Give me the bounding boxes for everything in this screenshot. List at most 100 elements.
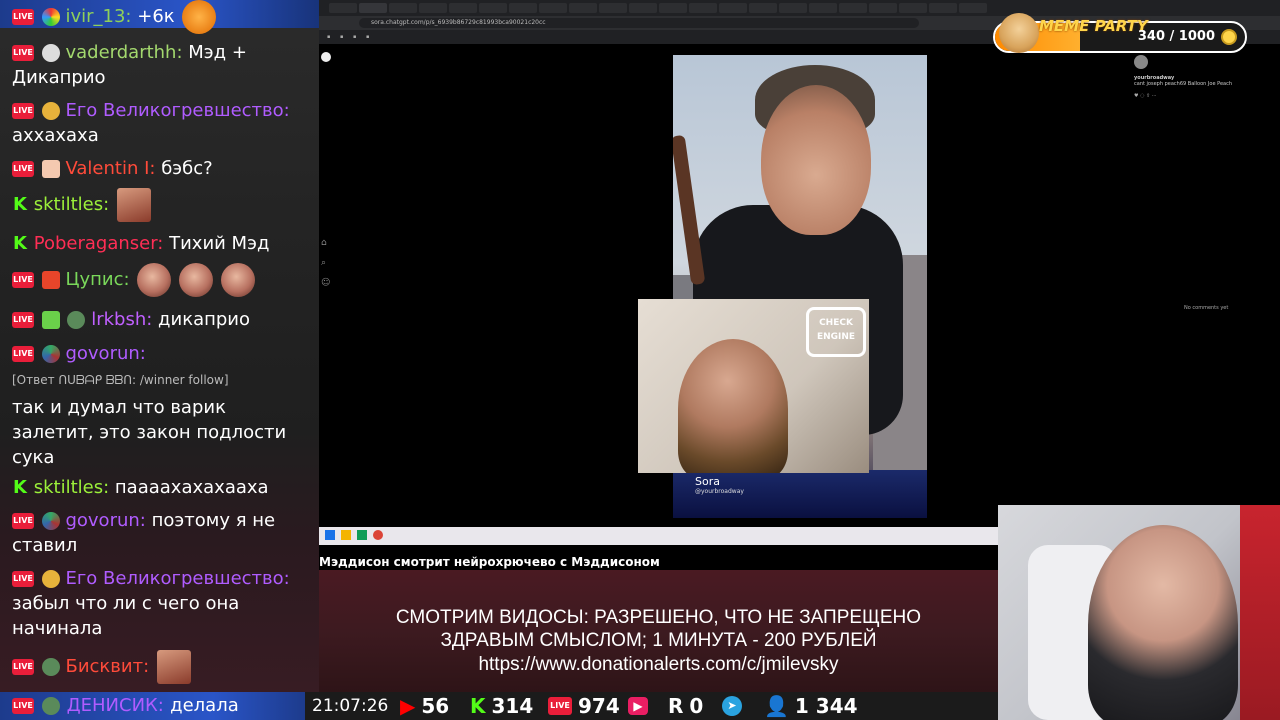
- banner-line-1: СМОТРИМ ВИДОСЫ: РАЗРЕШЕНО, ЧТО НЕ ЗАПРЕЩ…: [395, 607, 922, 628]
- browser-tab[interactable]: [569, 3, 597, 13]
- bookmark-item[interactable]: ▪: [340, 34, 343, 40]
- sidebar-profile-icon[interactable]: ☺: [321, 278, 330, 288]
- live-badge-icon: LIVE: [12, 346, 34, 362]
- browser-tab[interactable]: [389, 3, 417, 13]
- sora-handle: @yourbroadway: [695, 488, 744, 495]
- comment-text: cant joseph peach69 Balloon Joe Peach: [1134, 81, 1233, 87]
- browser-tab[interactable]: [749, 3, 777, 13]
- vk-video-icon-wrap: ▶: [628, 692, 654, 720]
- creature-badge-icon: [67, 311, 86, 329]
- url-field[interactable]: sora.chatgpt.com/p/s_6939b86729c81993bca…: [359, 18, 919, 28]
- doge-icon: [999, 13, 1039, 53]
- live-badge-icon: LIVE: [12, 161, 34, 177]
- sora-label: Sora: [695, 475, 720, 488]
- chat-username: Его Великогревшество:: [65, 568, 290, 589]
- bulb-badge-icon: [41, 570, 60, 588]
- chat-text: бэбс?: [161, 158, 213, 179]
- windows-taskbar[interactable]: [319, 527, 999, 545]
- live-count: 974: [578, 694, 620, 718]
- donation-rules-banner: СМОТРИМ ВИДОСЫ: РАЗРЕШЕНО, ЧТО НЕ ЗАПРЕЩ…: [319, 570, 998, 692]
- youtube-viewers: ▶ 56: [400, 692, 449, 720]
- chat-message: LIVE vaderdarthh: Мэд + Дикаприо: [12, 40, 312, 90]
- chat-message: LIVE Его Великогревшество: забыл что ли …: [12, 566, 312, 641]
- chat-text: так и думал что варик залетит, это закон…: [12, 397, 287, 468]
- face-emote-icon: [137, 263, 172, 297]
- chat-username: sktiltles:: [33, 194, 110, 215]
- browser-tab[interactable]: [659, 3, 687, 13]
- commenter-avatar: [1134, 55, 1148, 69]
- browser-tab[interactable]: [359, 3, 387, 13]
- bookmark-item[interactable]: ▪: [327, 34, 330, 40]
- browser-tab[interactable]: [539, 3, 567, 13]
- live-badge-icon: LIVE: [12, 103, 34, 119]
- sora-logo-icon[interactable]: [321, 52, 331, 62]
- live-badge-icon: LIVE: [12, 571, 34, 587]
- live-badge-icon: LIVE: [12, 9, 34, 25]
- kick-viewers: K 314: [470, 692, 533, 720]
- browser-tab[interactable]: [869, 3, 897, 13]
- browser-tab[interactable]: [899, 3, 927, 13]
- comment-card: yourbroadway cant joseph peach69 Balloon…: [1134, 55, 1274, 115]
- sidebar-search-icon[interactable]: ⌕: [321, 258, 326, 268]
- chat-message: LIVE lrkbsh: дикаприо: [12, 307, 312, 332]
- fire-badge-icon: [41, 271, 60, 289]
- live-badge-icon: LIVE: [12, 513, 34, 529]
- chat-username: govorun:: [65, 510, 146, 531]
- meme-party-title: MEME PARTY: [1039, 17, 1148, 35]
- chat-message: K Poberaganser: Тихий Мэд: [12, 231, 312, 256]
- comment-actions[interactable]: ♥ ◌ ⇪ ⋯: [1134, 93, 1274, 99]
- donation-link[interactable]: https://www.donationalerts.com/c/jmilevs…: [319, 653, 998, 676]
- check-badge-icon: [41, 311, 60, 329]
- youtube-icon: ▶: [400, 694, 416, 718]
- browser-tab[interactable]: [929, 3, 957, 13]
- rutube-count: 0: [689, 694, 704, 718]
- chat-username: sktiltles:: [33, 477, 110, 498]
- browser-tab[interactable]: [449, 3, 477, 13]
- browser-tab[interactable]: [509, 3, 537, 13]
- sidebar-home-icon[interactable]: ⌂: [321, 238, 327, 248]
- chat-username: ivir_13:: [65, 6, 132, 27]
- browser-tab[interactable]: [809, 3, 837, 13]
- face-emote-icon: [116, 188, 151, 222]
- stream-clock: 21:07:26: [312, 696, 389, 716]
- emote-icon: [182, 0, 217, 34]
- browser-tab[interactable]: [419, 3, 447, 13]
- browser-tab[interactable]: [719, 3, 747, 13]
- chat-username: ДЕНИСИК:: [66, 695, 164, 716]
- browser-tab[interactable]: [629, 3, 657, 13]
- chat-username: Его Великогревшество:: [65, 100, 290, 121]
- taskbar-app-icon[interactable]: [357, 530, 367, 540]
- coin-icon: [1221, 29, 1237, 45]
- browser-tab[interactable]: [839, 3, 867, 13]
- chat-username: Цупис:: [65, 269, 130, 290]
- kick-badge-icon: K: [13, 194, 27, 215]
- chat-text: +6к: [137, 6, 175, 27]
- check-engine-sign: CHECK ENGINE: [806, 307, 866, 357]
- no-comments-label: No comments yet: [1184, 305, 1229, 311]
- chat-message: LIVE Бисквит:: [12, 650, 312, 684]
- start-icon[interactable]: [325, 530, 335, 540]
- chrome-icon[interactable]: [373, 530, 383, 540]
- chat-message: K sktiltles: паааахахахааха: [12, 475, 312, 500]
- bookmark-item[interactable]: ▪: [353, 34, 356, 40]
- bookmark-item[interactable]: ▪: [366, 34, 369, 40]
- browser-tab[interactable]: [479, 3, 507, 13]
- browser-tab-strip[interactable]: [319, 0, 1280, 16]
- browser-capture: sora.chatgpt.com/p/s_6939b86729c81993bca…: [319, 0, 1280, 570]
- bulb-badge-icon: [41, 102, 60, 120]
- face-emote-icon: [179, 263, 213, 297]
- kick-badge-icon: K: [13, 477, 27, 498]
- browser-tab[interactable]: [959, 3, 987, 13]
- browser-tab[interactable]: [599, 3, 627, 13]
- chat-message: LIVE Его Великогревшество: аххахаха: [12, 98, 312, 148]
- chat-username: Valentin I:: [65, 158, 156, 179]
- chat-username: govorun:: [65, 343, 146, 364]
- chat-text: делала: [170, 695, 239, 716]
- browser-tab[interactable]: [329, 3, 357, 13]
- figure-head: [761, 85, 871, 235]
- browser-tab[interactable]: [779, 3, 807, 13]
- globe-badge-icon: [41, 345, 60, 363]
- browser-tab[interactable]: [689, 3, 717, 13]
- chat-message: [Ответ ᑎᑌᗷᗩᑭ ᗷᗷᑎ: /winner follow] так и …: [12, 368, 312, 470]
- taskbar-app-icon[interactable]: [341, 530, 351, 540]
